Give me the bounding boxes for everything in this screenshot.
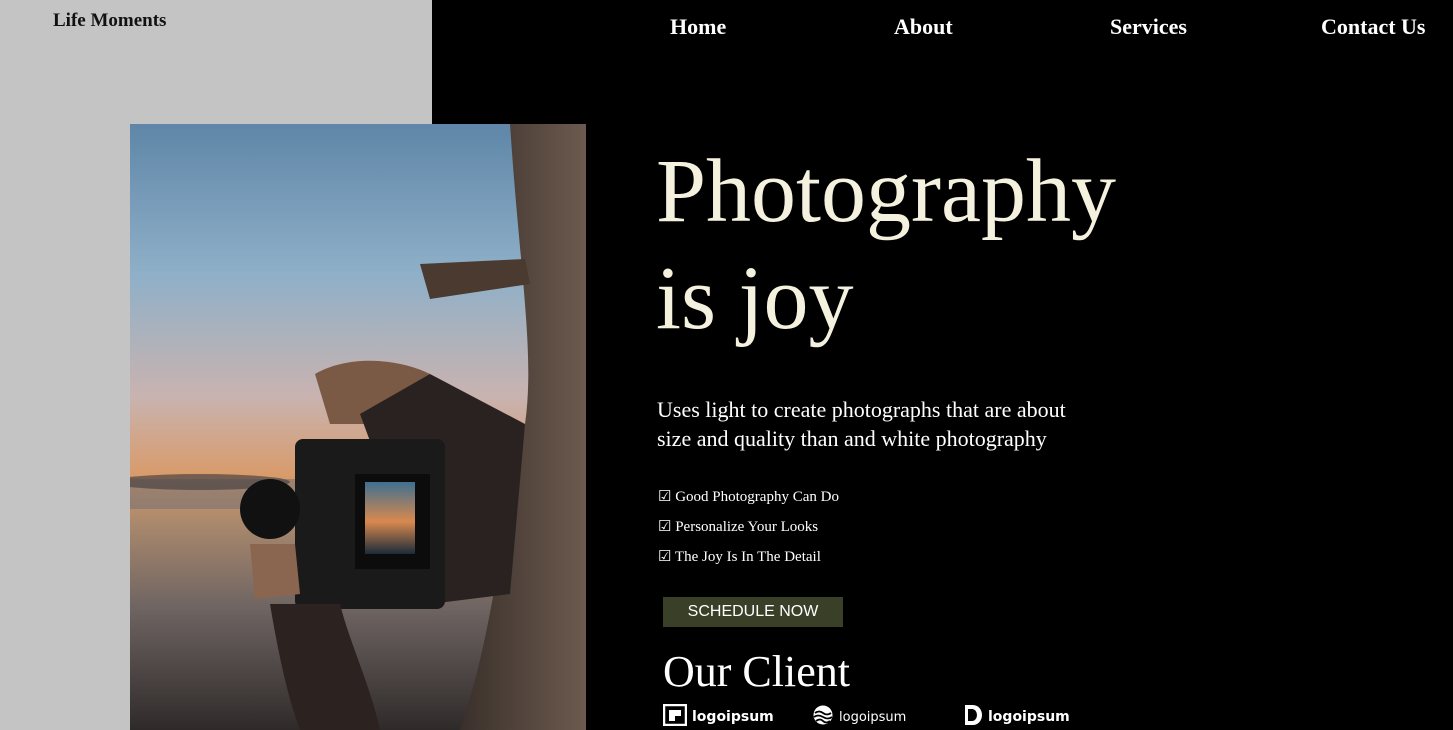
client-logo-1: logoipsum <box>662 703 774 730</box>
client-logo-3-text: logoipsum <box>988 709 1070 725</box>
nav-contact-link[interactable]: Contact Us <box>1321 14 1426 40</box>
feature-item: ☑ The Joy Is In The Detail <box>658 549 821 565</box>
schedule-now-button[interactable]: SCHEDULE NOW <box>663 597 843 627</box>
hero-description: Uses light to create photographs that ar… <box>657 397 1066 451</box>
client-logo-2-text: logoipsum <box>839 709 907 725</box>
client-logo-1-text: logoipsum <box>692 709 774 725</box>
half-circle-logo-icon <box>963 704 983 730</box>
brand-logo-text[interactable]: Life Moments <box>53 10 166 32</box>
waves-logo-icon <box>812 705 834 730</box>
nav-home-link[interactable]: Home <box>670 14 726 40</box>
feature-item: ☑ Good Photography Can Do <box>658 489 839 505</box>
feature-list: ☑ Good Photography Can Do ☑ Personalize … <box>658 482 839 572</box>
hero-headline-line2: is joy <box>656 249 854 348</box>
hero-headline-line1: Photography <box>656 142 1116 241</box>
nav-about-link[interactable]: About <box>894 14 953 40</box>
square-c-logo-icon <box>662 703 688 730</box>
feature-item: ☑ Personalize Your Looks <box>658 519 819 535</box>
nav-services-link[interactable]: Services <box>1110 14 1187 40</box>
client-logo-2: logoipsum <box>812 704 906 730</box>
client-logo-3: logoipsum <box>963 704 1070 730</box>
hero-photographer-image <box>130 124 586 730</box>
hero-headline: Photography is joy <box>656 138 1116 352</box>
our-client-heading: Our Client <box>663 647 850 696</box>
left-gray-panel-lower <box>0 124 130 730</box>
